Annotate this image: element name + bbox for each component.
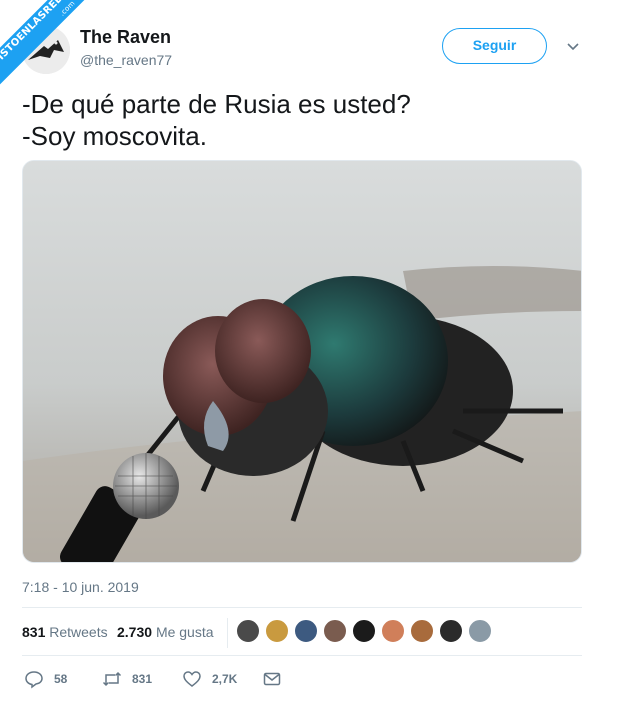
reply-icon: [25, 671, 43, 689]
liker-avatar[interactable]: [265, 619, 289, 643]
retweet-count: 831: [132, 672, 153, 686]
liker-avatar[interactable]: [323, 619, 347, 643]
retweet-button[interactable]: 831: [102, 668, 152, 690]
tweet-line-1: -De qué parte de Rusia es usted?: [22, 89, 411, 119]
retweets-count: 831: [22, 624, 46, 640]
follow-button[interactable]: Seguir: [442, 28, 547, 64]
tweet-header: The Raven @the_raven77 Seguir: [22, 22, 604, 78]
liker-avatar[interactable]: [236, 619, 260, 643]
tweet-text: -De qué parte de Rusia es usted? -Soy mo…: [22, 88, 411, 152]
liker-avatar[interactable]: [294, 619, 318, 643]
like-count: 2,7K: [212, 672, 238, 686]
envelope-icon: [263, 672, 281, 686]
liker-avatar[interactable]: [381, 619, 405, 643]
heart-icon: [183, 671, 201, 687]
reply-button[interactable]: 58: [24, 668, 67, 690]
retweets-stat[interactable]: 831 Retweets: [22, 624, 108, 640]
tweet-timestamp[interactable]: 7:18 - 10 jun. 2019: [22, 579, 139, 595]
retweets-label: Retweets: [49, 624, 108, 640]
author-name[interactable]: The Raven: [80, 27, 171, 48]
action-bar: 58 831 2,7K: [22, 668, 582, 692]
stats-separator: [227, 618, 228, 648]
tweet-photo[interactable]: [22, 160, 582, 563]
likes-label: Me gusta: [155, 624, 214, 640]
tweet-line-2: -Soy moscovita.: [22, 121, 207, 151]
divider-bottom: [22, 655, 582, 656]
likes-stat[interactable]: 2.730 Me gusta: [117, 624, 214, 640]
liker-avatar[interactable]: [352, 619, 376, 643]
like-button[interactable]: 2,7K: [182, 668, 237, 690]
divider-top: [22, 607, 582, 608]
likes-count: 2.730: [117, 624, 153, 640]
liker-avatar[interactable]: [468, 619, 492, 643]
engagement-stats: 831 Retweets 2.730 Me gusta: [22, 618, 582, 648]
chevron-down-icon[interactable]: [566, 40, 580, 54]
retweet-icon: [102, 671, 122, 687]
liker-avatar[interactable]: [439, 619, 463, 643]
author-handle[interactable]: @the_raven77: [80, 52, 172, 68]
reply-count: 58: [54, 672, 68, 686]
fly-with-microphone-image: [23, 161, 581, 562]
liker-avatar[interactable]: [410, 619, 434, 643]
message-button[interactable]: [262, 668, 282, 690]
